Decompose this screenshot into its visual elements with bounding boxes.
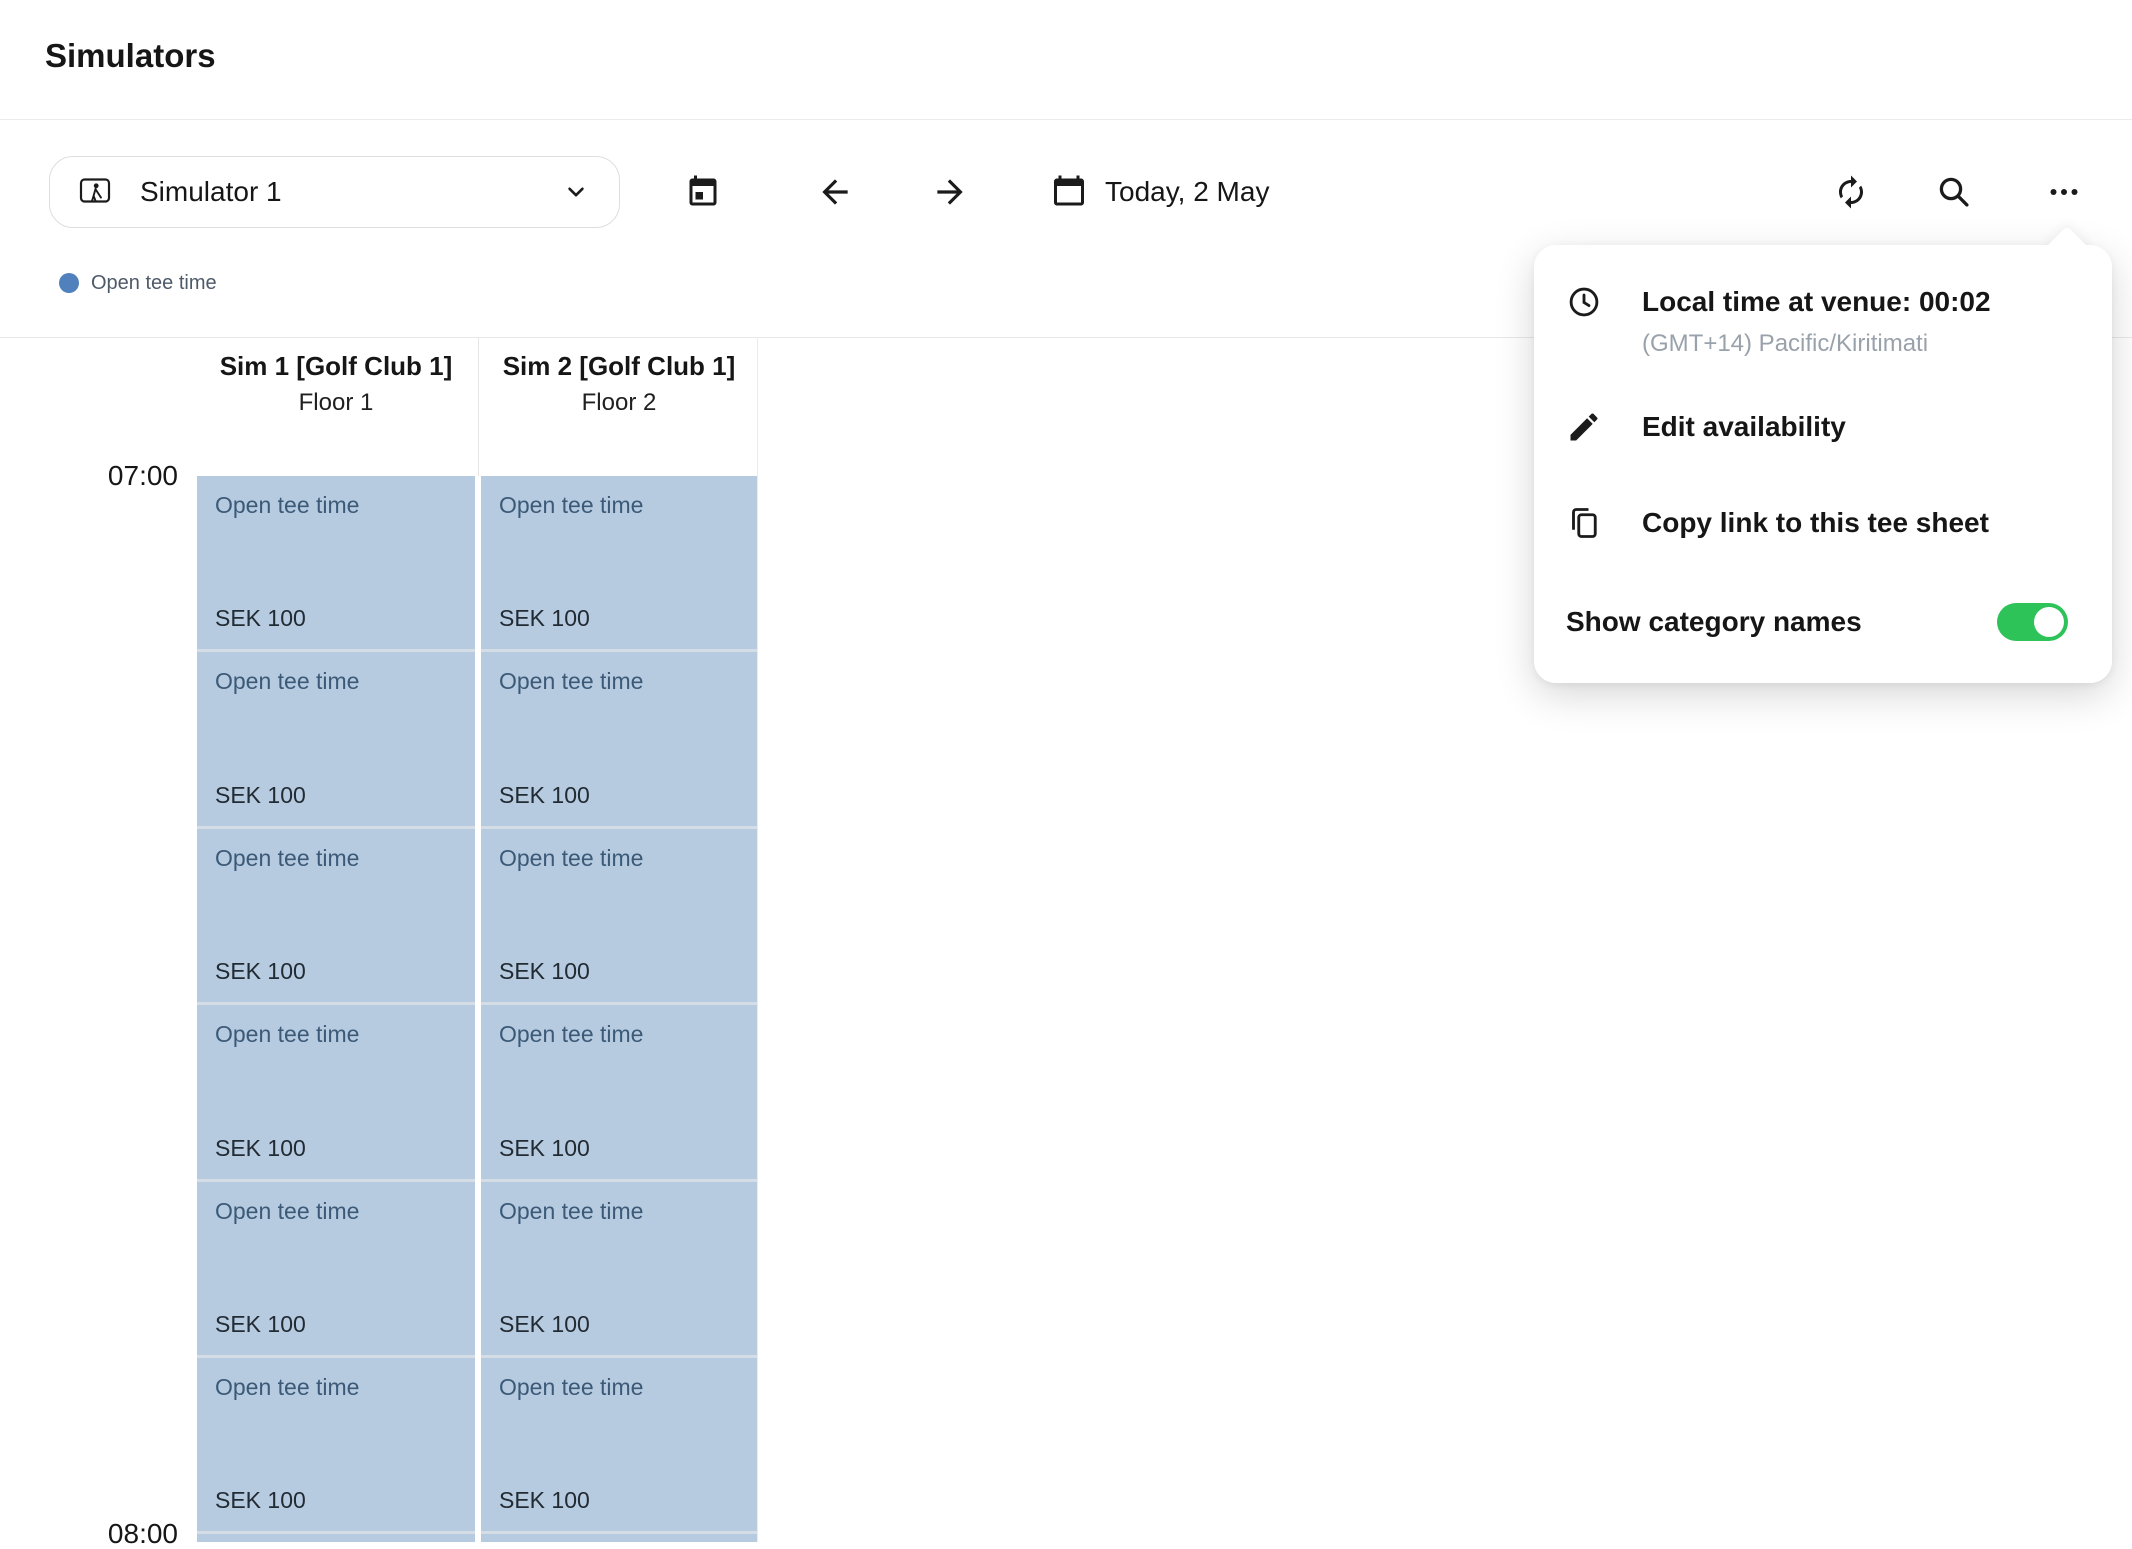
- calendar-icon: [1051, 174, 1087, 210]
- slot-category-label: Open tee time: [499, 1374, 643, 1401]
- local-time-title: Local time at venue: 00:02: [1642, 282, 1991, 322]
- slot-price: SEK 100: [499, 782, 590, 809]
- slot-price: SEK 100: [215, 605, 306, 632]
- slot-category-label: Open tee time: [215, 668, 359, 695]
- column-floor: Floor 1: [197, 386, 475, 419]
- slot-category-label: Open tee time: [215, 1021, 359, 1048]
- slot-category-label: Open tee time: [499, 845, 643, 872]
- search-icon: [1936, 174, 1972, 210]
- column-name: Sim 1 [Golf Club 1]: [207, 346, 465, 386]
- refresh-icon: [1833, 174, 1869, 210]
- slot-category-label: Open tee time: [499, 1198, 643, 1225]
- slot-category-label: Open tee time: [215, 1198, 359, 1225]
- column-floor: Floor 2: [481, 386, 757, 419]
- menu-item-copy-link[interactable]: Copy link to this tee sheet: [1534, 487, 2112, 559]
- arrow-right-icon: [931, 173, 969, 211]
- slot-category-label: Open tee time: [215, 1374, 359, 1401]
- menu-item-edit-availability[interactable]: Edit availability: [1534, 391, 2112, 463]
- tee-time-slot[interactable]: Open tee time SEK 100: [481, 1182, 757, 1355]
- tee-time-slot[interactable]: Open tee time SEK 100: [481, 829, 757, 1002]
- tee-time-slot[interactable]: Open tee time SEK 100: [197, 1182, 475, 1355]
- local-time-subtitle: (GMT+14) Pacific/Kiritimati: [1642, 330, 1991, 358]
- column-name: Sim 2 [Golf Club 1]: [490, 346, 748, 386]
- grid-right-border: [757, 337, 758, 1542]
- prev-day-button[interactable]: [813, 170, 857, 214]
- menu-item-label: Copy link to this tee sheet: [1642, 503, 1989, 543]
- slot-category-label: Open tee time: [215, 492, 359, 519]
- show-category-names-toggle[interactable]: [1997, 603, 2068, 641]
- date-label: Today, 2 May: [1105, 176, 1269, 208]
- tee-time-slot[interactable]: Open tee time SEK 100: [481, 1005, 757, 1178]
- tee-time-slot[interactable]: Open tee time SEK 100: [197, 829, 475, 1002]
- slot-price: SEK 100: [215, 1135, 306, 1162]
- column-header-sim2: Sim 2 [Golf Club 1] Floor 2: [481, 338, 757, 476]
- tee-time-slot[interactable]: Open tee timeSEK 100: [481, 1534, 757, 1542]
- tee-time-slot[interactable]: Open tee time SEK 100: [481, 1358, 757, 1531]
- slot-category-label: Open tee time: [499, 668, 643, 695]
- tee-time-slot[interactable]: Open tee time SEK 100: [197, 1358, 475, 1531]
- tee-time-slot[interactable]: Open tee time SEK 100: [481, 476, 757, 649]
- tee-time-slot[interactable]: Open tee time SEK 100: [197, 1005, 475, 1178]
- toggle-knob: [2034, 607, 2064, 637]
- next-day-button[interactable]: [928, 170, 972, 214]
- pencil-icon: [1566, 409, 1602, 445]
- more-options-menu: Local time at venue: 00:02 (GMT+14) Paci…: [1534, 245, 2112, 683]
- time-label: 08:00: [0, 1518, 178, 1549]
- slot-price: SEK 100: [499, 1311, 590, 1338]
- header-divider: [0, 119, 2132, 120]
- menu-item-local-time: Local time at venue: 00:02 (GMT+14) Paci…: [1566, 282, 1991, 358]
- tee-time-slot[interactable]: Open tee time SEK 100: [197, 652, 475, 825]
- show-category-names-label: Show category names: [1566, 606, 1862, 638]
- date-display[interactable]: Today, 2 May: [1051, 170, 1269, 214]
- arrow-left-icon: [816, 173, 854, 211]
- slot-price: SEK 100: [215, 782, 306, 809]
- slot-price: SEK 100: [215, 1311, 306, 1338]
- column-sim1-slots: Open tee time SEK 100 Open tee time SEK 100…: [197, 476, 475, 1542]
- slot-price: SEK 100: [499, 605, 590, 632]
- time-axis: 07:0008:00: [0, 0, 178, 1542]
- clock-icon: [1566, 284, 1602, 358]
- chevron-down-icon: [561, 177, 591, 207]
- slot-category-label: Open tee time: [215, 845, 359, 872]
- menu-item-show-category-names: Show category names: [1534, 584, 2112, 660]
- time-label: 07:00: [0, 460, 178, 491]
- slot-price: SEK 100: [499, 1135, 590, 1162]
- column-sim2-slots: Open tee time SEK 100 Open tee time SEK 100…: [481, 476, 757, 1542]
- column-separator: [478, 337, 479, 476]
- slot-price: SEK 100: [499, 1487, 590, 1514]
- calendar-today-button[interactable]: [681, 170, 725, 214]
- copy-icon: [1566, 505, 1602, 541]
- more-options-button[interactable]: [2042, 170, 2086, 214]
- refresh-button[interactable]: [1829, 170, 1873, 214]
- more-options-icon: [2046, 174, 2082, 210]
- menu-item-label: Edit availability: [1642, 407, 1846, 447]
- slot-category-label: Open tee time: [499, 492, 643, 519]
- slot-price: SEK 100: [499, 958, 590, 985]
- tee-time-slot[interactable]: Open tee timeSEK 100: [197, 1534, 475, 1542]
- slot-price: SEK 100: [215, 958, 306, 985]
- calendar-today-icon: [685, 174, 721, 210]
- tee-time-slot[interactable]: Open tee time SEK 100: [197, 476, 475, 649]
- slot-category-label: Open tee time: [499, 1021, 643, 1048]
- slot-price: SEK 100: [215, 1487, 306, 1514]
- tee-time-slot[interactable]: Open tee time SEK 100: [481, 652, 757, 825]
- search-button[interactable]: [1932, 170, 1976, 214]
- column-header-sim1: Sim 1 [Golf Club 1] Floor 1: [197, 338, 475, 476]
